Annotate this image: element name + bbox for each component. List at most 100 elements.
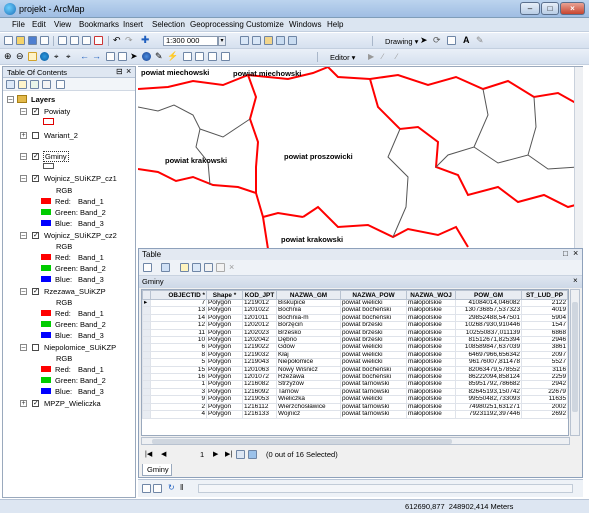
- table-cell[interactable]: 2122: [521, 298, 568, 308]
- list-by-visibility-icon[interactable]: [30, 80, 39, 89]
- table-close-icon[interactable]: ×: [573, 248, 578, 258]
- table-cell[interactable]: małopolskie: [406, 358, 456, 367]
- table-cell[interactable]: 85951792,786682: [455, 380, 522, 389]
- wojnicz2-visibility-checkbox[interactable]: ✓: [32, 232, 39, 239]
- table-cell[interactable]: małopolskie: [406, 321, 456, 330]
- table-cell[interactable]: Bochnia-m: [276, 313, 341, 323]
- table-tab-close-icon[interactable]: ×: [573, 276, 578, 285]
- table-cell[interactable]: małopolskie: [406, 306, 456, 315]
- layer-gminy-label[interactable]: Gminy: [43, 151, 69, 162]
- delete-icon[interactable]: [94, 36, 103, 45]
- map-view[interactable]: powiat miechowski powiat miechowski powi…: [138, 66, 583, 248]
- table-cell[interactable]: 99550482,733093: [455, 395, 522, 404]
- vertical-scroll-thumb[interactable]: [572, 302, 578, 412]
- table-cell[interactable]: małopolskie: [406, 410, 456, 419]
- table-cell[interactable]: 1202042: [242, 336, 277, 345]
- html-popup-icon[interactable]: ✎: [155, 52, 164, 61]
- minimize-button[interactable]: –: [520, 2, 540, 15]
- table-cell[interactable]: Bochnia: [276, 306, 341, 315]
- table-cell[interactable]: powiat tarnowski: [340, 402, 407, 412]
- table-cell[interactable]: 2259: [521, 373, 568, 382]
- open-folder-icon[interactable]: [16, 36, 25, 45]
- column-header-pow-gm[interactable]: POW_GM: [455, 290, 522, 300]
- list-by-drawing-order-icon[interactable]: [6, 80, 15, 89]
- find-icon[interactable]: [183, 52, 192, 61]
- table-cell[interactable]: 2942: [521, 380, 568, 389]
- wariant2-visibility-checkbox[interactable]: [32, 132, 39, 139]
- select-features-icon[interactable]: [106, 52, 115, 61]
- previous-record-icon[interactable]: ◀: [161, 450, 166, 458]
- table-row[interactable]: ▸ 7 Polygon 1219012 Biskupice powiat wielicki…: [142, 298, 568, 308]
- row-selector[interactable]: [142, 328, 151, 338]
- table-cell[interactable]: małopolskie: [406, 373, 456, 382]
- table-cell[interactable]: Polygon: [206, 395, 243, 404]
- select-elements-icon[interactable]: ➤: [420, 36, 429, 45]
- rzezawa-collapse-toggle[interactable]: –: [20, 288, 27, 295]
- table-cell[interactable]: 74980251,631271: [455, 402, 522, 412]
- table-cell[interactable]: powiat brzeski: [340, 321, 407, 330]
- menu-edit[interactable]: Edit: [32, 20, 46, 29]
- related-tables-icon[interactable]: [161, 263, 170, 272]
- table-cell[interactable]: Polygon: [206, 358, 243, 367]
- table-cell[interactable]: 1219012: [242, 298, 277, 308]
- table-cell[interactable]: 64697966,656342: [455, 350, 522, 360]
- table-cell[interactable]: powiat tarnowski: [340, 410, 407, 419]
- layers-collapse-toggle[interactable]: –: [7, 96, 14, 103]
- table-cell[interactable]: małopolskie: [406, 387, 456, 397]
- menu-geoprocessing[interactable]: Geoprocessing: [190, 20, 244, 29]
- table-cell[interactable]: Wieliczka: [276, 395, 341, 404]
- table-cell[interactable]: 82063479,578552: [455, 365, 522, 375]
- table-cell[interactable]: Biskupice: [276, 298, 341, 308]
- table-cell[interactable]: 1201072: [242, 373, 277, 382]
- close-window-button[interactable]: ×: [560, 2, 585, 15]
- table-cell[interactable]: 2692: [521, 410, 568, 419]
- next-record-icon[interactable]: ▶: [213, 450, 218, 458]
- zoom-out-icon[interactable]: ⊖: [16, 52, 25, 61]
- table-cell[interactable]: 16: [150, 373, 207, 382]
- rotate-icon[interactable]: ⟳: [433, 36, 442, 45]
- zoom-to-selected-icon[interactable]: [216, 263, 225, 272]
- table-cell[interactable]: 8: [150, 350, 207, 360]
- table-cell[interactable]: Niepołomice: [276, 358, 341, 367]
- row-selector[interactable]: [142, 373, 151, 382]
- time-slider-icon[interactable]: [221, 52, 230, 61]
- gminy-visibility-checkbox[interactable]: ✓: [32, 153, 39, 160]
- table-cell[interactable]: 79231192,397446: [455, 410, 522, 419]
- menu-selection[interactable]: Selection: [152, 20, 185, 29]
- table-cell[interactable]: 5904: [521, 313, 568, 323]
- mpzp-visibility-checkbox[interactable]: ✓: [32, 400, 39, 407]
- map-vertical-scrollbar[interactable]: [574, 67, 583, 248]
- table-cell[interactable]: 3861: [521, 343, 568, 352]
- table-cell[interactable]: małopolskie: [406, 336, 456, 345]
- table-row[interactable]: 10 Polygon 1202042 Dębno powiat brzeski małop…: [142, 336, 568, 345]
- table-cell[interactable]: 29852488,547501: [455, 313, 522, 323]
- row-selector[interactable]: [142, 365, 151, 375]
- table-cell[interactable]: małopolskie: [406, 380, 456, 389]
- last-record-icon[interactable]: ▶|: [225, 450, 232, 458]
- table-cell[interactable]: 96176007,811478: [455, 358, 522, 367]
- wojnicz2-collapse-toggle[interactable]: –: [20, 232, 27, 239]
- menu-bookmarks[interactable]: Bookmarks: [79, 20, 119, 29]
- column-header-st-lud-pp[interactable]: ST_LUD_PP: [521, 290, 568, 300]
- table-cell[interactable]: powiat bocheński: [340, 365, 407, 375]
- table-cell[interactable]: 1219022: [242, 343, 277, 352]
- table-cell[interactable]: małopolskie: [406, 343, 456, 352]
- table-cell[interactable]: małopolskie: [406, 298, 456, 308]
- new-document-icon[interactable]: [4, 36, 13, 45]
- table-row[interactable]: 15 Polygon 1201063 Nowy Wiśnicz powiat boche…: [142, 365, 568, 375]
- table-cell[interactable]: Polygon: [206, 328, 243, 338]
- column-header-nazwa-woj[interactable]: NAZWA_WOJ: [406, 290, 456, 300]
- rectangle-icon[interactable]: [447, 36, 456, 45]
- row-selector[interactable]: [142, 321, 151, 330]
- column-header-objectid[interactable]: OBJECTID *: [150, 290, 207, 300]
- table-cell[interactable]: Tarnów: [276, 387, 341, 397]
- catalog-icon[interactable]: [264, 36, 273, 45]
- horizontal-scroll-thumb[interactable]: [152, 439, 452, 444]
- data-view-icon[interactable]: [153, 484, 162, 493]
- wariant2-expand-toggle[interactable]: +: [20, 132, 27, 139]
- table-cell[interactable]: 4019: [521, 306, 568, 315]
- table-cell[interactable]: 86222094,858124: [455, 373, 522, 382]
- powiaty-visibility-checkbox[interactable]: ✓: [32, 108, 39, 115]
- table-row[interactable]: 2 Polygon 1216112 Wierzchosławice powiat tar…: [142, 402, 568, 412]
- table-cell[interactable]: Wojnicz: [276, 410, 341, 419]
